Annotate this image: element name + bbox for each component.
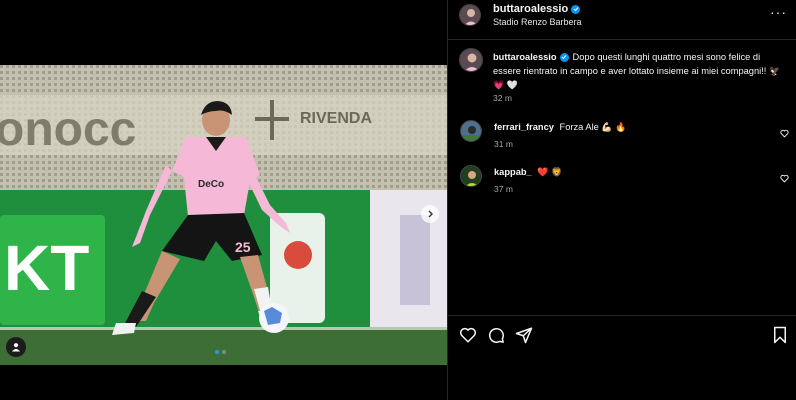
share-button[interactable]	[515, 326, 533, 349]
avatar-image	[460, 49, 482, 71]
tagged-people-button[interactable]	[6, 337, 26, 357]
comment-username[interactable]: kappab_	[494, 167, 532, 177]
comment-icon	[489, 328, 504, 343]
chevron-right-icon	[428, 210, 433, 218]
verified-badge-icon	[571, 4, 581, 14]
bookmark-icon	[774, 326, 786, 344]
next-slide-button[interactable]	[421, 205, 439, 223]
heart-icon	[780, 129, 789, 138]
photo-illustration: onocc RIVENDA KT DeCo 25	[0, 65, 447, 365]
comment-like-button[interactable]	[780, 170, 789, 188]
comment-avatar[interactable]	[460, 120, 482, 142]
post-header: buttaroalessio Stadio Renzo Barbera ···	[448, 0, 796, 40]
comment-text-block: kappab_ ❤️ 🦁	[494, 167, 562, 178]
comment-avatar[interactable]	[460, 165, 482, 187]
media-pane: onocc RIVENDA KT DeCo 25	[0, 0, 447, 400]
post-details-pane: buttaroalessio Stadio Renzo Barbera ··· …	[447, 0, 796, 400]
caption-text-block: buttaroalessio Dopo questi lunghi quattro…	[493, 50, 783, 92]
comment-button[interactable]	[487, 326, 505, 349]
more-options-button[interactable]: ···	[770, 5, 787, 19]
post-action-bar	[448, 315, 796, 355]
avatar-image	[461, 121, 481, 141]
heart-icon	[459, 327, 477, 343]
author-avatar[interactable]	[459, 4, 481, 26]
avatar-image	[460, 5, 480, 25]
slide-indicator	[215, 350, 226, 354]
save-button[interactable]	[772, 326, 788, 349]
caption-username[interactable]: buttaroalessio	[493, 52, 557, 62]
caption-avatar[interactable]	[459, 48, 483, 72]
comment-emojis: 💪🏻 🔥	[601, 122, 627, 132]
author-username[interactable]: buttaroalessio	[493, 3, 568, 15]
author-username-row: buttaroalessio	[493, 3, 581, 15]
comment-emojis: ❤️ 🦁	[537, 167, 563, 177]
comment-text-block: ferrari_francy Forza Ale 💪🏻 🔥	[494, 122, 626, 133]
jersey-number: 25	[235, 239, 251, 255]
verified-badge-icon	[559, 52, 569, 62]
post-location[interactable]: Stadio Renzo Barbera	[493, 17, 582, 27]
post-photo[interactable]: onocc RIVENDA KT DeCo 25	[0, 65, 447, 365]
slide-dot-1	[215, 350, 219, 354]
comment-like-button[interactable]	[780, 125, 789, 143]
banner-text: RIVENDA	[300, 110, 372, 127]
slide-dot-2	[222, 350, 226, 354]
heart-icon	[780, 174, 789, 183]
comment-username[interactable]: ferrari_francy	[494, 122, 554, 132]
more-options-icon: ···	[770, 4, 787, 20]
like-button[interactable]	[459, 326, 477, 349]
avatar-image	[461, 166, 481, 186]
share-icon	[515, 327, 533, 344]
svg-text:onocc: onocc	[0, 103, 136, 156]
comment-timestamp[interactable]: 37 m	[494, 184, 513, 194]
ad-text: KT	[4, 232, 89, 304]
person-tag-icon	[12, 343, 20, 352]
comment-timestamp[interactable]: 31 m	[494, 139, 513, 149]
jersey-sponsor: DeCo	[198, 179, 224, 190]
caption-timestamp[interactable]: 32 m	[493, 93, 512, 103]
comment-text: Forza Ale	[559, 122, 599, 132]
